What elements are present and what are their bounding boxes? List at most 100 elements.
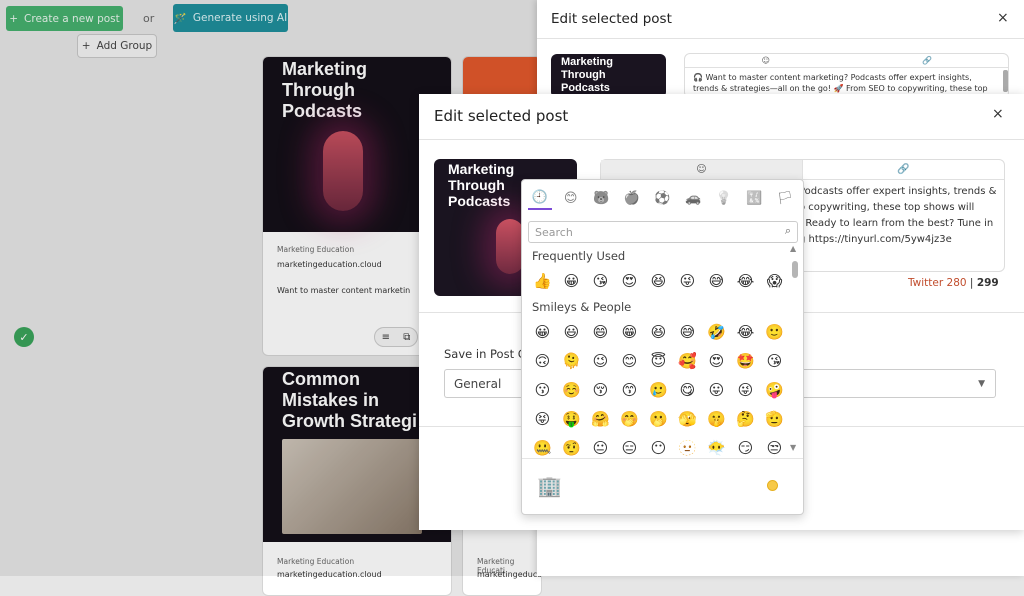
- emoji-item[interactable]: 😱: [760, 270, 789, 292]
- link-tab-icon[interactable]: 🔗: [803, 160, 1004, 179]
- emoji-item[interactable]: 😶‍🌫️: [702, 437, 731, 457]
- food-category-icon[interactable]: 🍎: [620, 186, 644, 210]
- emoji-item[interactable]: 🤗: [586, 408, 615, 430]
- symbols-category-icon[interactable]: 🔣: [742, 186, 766, 210]
- emoji-item[interactable]: 😜: [673, 270, 702, 292]
- emoji-item[interactable]: 🤑: [557, 408, 586, 430]
- emoji-item[interactable]: 😊: [615, 350, 644, 372]
- emoji-item[interactable]: 😶: [644, 437, 673, 457]
- emoji-item[interactable]: 🫠: [557, 350, 586, 372]
- card-tools[interactable]: ≡ ⧉: [374, 327, 418, 347]
- editor-scrollbar[interactable]: [1003, 70, 1008, 92]
- thumbnail-title: Marketing Through Podcasts: [448, 161, 515, 209]
- emoji-tab-icon[interactable]: ☺: [601, 160, 803, 179]
- emoji-item[interactable]: 🫣: [673, 408, 702, 430]
- scroll-down-icon[interactable]: ▼: [790, 443, 796, 452]
- emoji-item[interactable]: 🫡: [760, 408, 789, 430]
- emoji-tab-icon[interactable]: ☺: [685, 54, 847, 67]
- scroll-up-icon[interactable]: ▲: [790, 244, 796, 253]
- panel-title: Edit selected post: [551, 11, 672, 27]
- emoji-item[interactable]: 😀: [528, 321, 557, 343]
- emoji-item[interactable]: 😋: [673, 379, 702, 401]
- emoji-item[interactable]: 🙂: [760, 321, 789, 343]
- emoji-item[interactable]: 🫥: [673, 437, 702, 457]
- generate-ai-label: Generate using AI: [192, 12, 288, 24]
- post-group-select-end[interactable]: ▼: [800, 369, 996, 398]
- emoji-search-placeholder: Search: [535, 225, 573, 239]
- edit-icon[interactable]: ≡: [382, 332, 390, 343]
- emoji-item[interactable]: 🥰: [673, 350, 702, 372]
- emoji-item[interactable]: 🤨: [557, 437, 586, 457]
- activity-category-icon[interactable]: ⚽: [651, 186, 675, 210]
- emoji-item[interactable]: 😂: [731, 321, 760, 343]
- emoji-item[interactable]: 🤔: [731, 408, 760, 430]
- emoji-search-input[interactable]: Search ⌕: [528, 221, 798, 243]
- generate-ai-button[interactable]: 🪄 Generate using AI: [173, 4, 288, 32]
- emoji-scrollbar-thumb[interactable]: [792, 261, 798, 278]
- emoji-item[interactable]: 😃: [557, 321, 586, 343]
- animals-category-icon[interactable]: 🐻: [589, 186, 613, 210]
- emoji-item[interactable]: 😇: [644, 350, 673, 372]
- emoji-item[interactable]: 😀: [557, 270, 586, 292]
- emoji-item[interactable]: 😍: [615, 270, 644, 292]
- emoji-item[interactable]: 🤪: [760, 379, 789, 401]
- travel-category-icon[interactable]: 🚗: [681, 186, 705, 210]
- close-icon[interactable]: ×: [997, 10, 1009, 26]
- photo-stressed-man: [282, 439, 422, 534]
- close-icon[interactable]: ×: [992, 106, 1004, 122]
- flags-category-icon[interactable]: 🏳: [773, 186, 797, 210]
- emoji-item[interactable]: 🤩: [731, 350, 760, 372]
- emoji-item[interactable]: 😆: [644, 270, 673, 292]
- emoji-item[interactable]: 😚: [586, 379, 615, 401]
- emoji-item[interactable]: 😘: [760, 350, 789, 372]
- emoji-item[interactable]: 😜: [731, 379, 760, 401]
- emoji-item[interactable]: 🫢: [644, 408, 673, 430]
- divider: [522, 458, 803, 459]
- microphone-graphic: [496, 219, 524, 274]
- create-post-button[interactable]: + Create a new post: [6, 6, 123, 31]
- emoji-item[interactable]: 😍: [702, 350, 731, 372]
- approved-check-icon[interactable]: ✓: [14, 327, 34, 347]
- emoji-item[interactable]: 😁: [615, 321, 644, 343]
- emoji-item[interactable]: 😛: [702, 379, 731, 401]
- emoji-item[interactable]: 😏: [731, 437, 760, 457]
- emoji-item[interactable]: 🤐: [528, 437, 557, 457]
- post-editor[interactable]: ☺ 🔗 🎧 Want to master content marketing? …: [684, 53, 1009, 98]
- objects-category-icon[interactable]: 💡: [712, 186, 736, 210]
- plus-icon: +: [81, 40, 91, 52]
- emoji-item[interactable]: 🤫: [702, 408, 731, 430]
- post-image: [463, 57, 541, 97]
- emoji-item[interactable]: 🙃: [528, 350, 557, 372]
- emoji-item[interactable]: 😅: [702, 270, 731, 292]
- emoji-item[interactable]: 😉: [586, 350, 615, 372]
- smileys-heading: Smileys & People: [532, 300, 632, 314]
- emoji-item[interactable]: 😘: [586, 270, 615, 292]
- emoji-item[interactable]: 😆: [644, 321, 673, 343]
- post-group-select[interactable]: General: [444, 369, 524, 398]
- emoji-item[interactable]: 👍: [528, 270, 557, 292]
- emoji-item[interactable]: 🤭: [615, 408, 644, 430]
- emoji-item[interactable]: 🥲: [644, 379, 673, 401]
- emoji-item[interactable]: 😙: [615, 379, 644, 401]
- emoji-item[interactable]: 😝: [528, 408, 557, 430]
- chevron-down-icon: ▼: [978, 378, 985, 389]
- add-group-button[interactable]: + Add Group: [77, 34, 157, 58]
- post-text[interactable]: Podcasts offer expert insights, trends &…: [799, 184, 999, 254]
- emoji-item[interactable]: ☺️: [557, 379, 586, 401]
- emoji-item[interactable]: 😂: [731, 270, 760, 292]
- emoji-item[interactable]: 😅: [673, 321, 702, 343]
- copy-icon[interactable]: ⧉: [403, 332, 410, 343]
- link-tab-icon[interactable]: 🔗: [847, 54, 1009, 67]
- emoji-item[interactable]: 😗: [528, 379, 557, 401]
- emoji-item[interactable]: 😑: [615, 437, 644, 457]
- char-counter: Twitter 280 | 299: [908, 277, 999, 289]
- emoji-item[interactable]: 😄: [586, 321, 615, 343]
- emoji-item[interactable]: 🤣: [702, 321, 731, 343]
- skin-tone-selector[interactable]: [767, 480, 778, 491]
- emoji-item[interactable]: 😒: [760, 437, 789, 457]
- recent-category-icon[interactable]: 🕘: [528, 186, 552, 210]
- smileys-category-icon[interactable]: 😊: [559, 186, 583, 210]
- emoji-category-tabs: 🕘 😊 🐻 🍎 ⚽ 🚗 💡 🔣 🏳: [528, 186, 797, 212]
- or-text: or: [143, 12, 155, 25]
- emoji-item[interactable]: 😐: [586, 437, 615, 457]
